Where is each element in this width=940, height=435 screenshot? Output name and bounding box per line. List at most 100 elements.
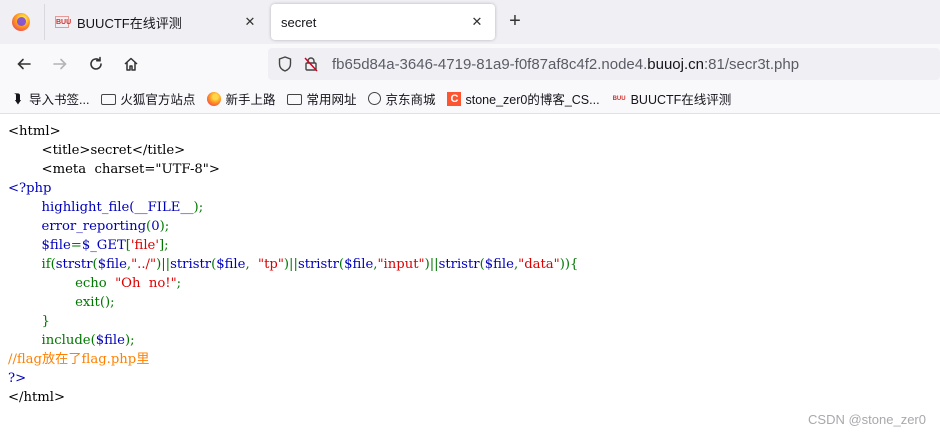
tab-label: secret (281, 14, 317, 30)
back-button[interactable] (10, 50, 38, 78)
close-tab-icon[interactable]: ✕ (469, 14, 485, 30)
code-line: <meta charset="UTF-8"> (8, 162, 220, 177)
close-tab-icon[interactable]: ✕ (242, 14, 258, 30)
code-line: //flag放在了flag.php里 (8, 352, 149, 367)
code-token: //flag放在了flag.php里 (8, 352, 150, 367)
bookmark-label: BUUCTF在线评测 (630, 93, 732, 107)
php-source-code: <html> <title>secret</title> <meta chars… (8, 122, 578, 407)
code-token: error_reporting (8, 219, 147, 234)
code-token: )|| (156, 257, 171, 272)
code-token: (); (99, 295, 115, 310)
code-token: 0 (151, 219, 160, 234)
code-line: <?php (8, 181, 52, 196)
code-token: ); (159, 219, 170, 234)
globe-icon (368, 92, 382, 105)
url-text[interactable]: fb65d84a-3646-4719-81a9-f0f87af8c4f2.nod… (332, 56, 799, 73)
code-token: ); (193, 200, 204, 215)
code-token: "tp" (258, 257, 284, 272)
firefox-icon (12, 13, 30, 31)
bookmark-label: stone_zer0的博客_CS... (465, 93, 600, 107)
firefox-view-button[interactable] (0, 0, 42, 44)
tab-secret[interactable]: secret ✕ (271, 4, 495, 40)
code-token: if( (8, 257, 56, 272)
import-icon: ⮯ (13, 90, 22, 106)
insecure-lock-icon[interactable] (302, 55, 320, 73)
code-token: ]; (159, 238, 169, 253)
code-token: 'file' (130, 238, 159, 253)
code-token: stristr (297, 257, 339, 272)
code-token: "Oh no!" (115, 276, 177, 291)
code-token: , (245, 257, 259, 272)
code-token: ; (176, 276, 182, 291)
code-token: $file (484, 257, 514, 272)
bookmark-csdn-blog[interactable]: C stone_zer0的博客_CS... (447, 89, 600, 108)
code-token: = (70, 238, 82, 253)
bookmark-import[interactable]: ⮯ 导入书签... (10, 89, 90, 108)
code-token: $file (8, 238, 71, 253)
tab-strip: BUU BUUCTF在线评测 ✕ secret ✕ + (0, 0, 940, 44)
page-content: <html> <title>secret</title> <meta chars… (0, 115, 940, 435)
folder-icon (101, 94, 117, 105)
code-line: highlight_file(__FILE__); (8, 200, 204, 215)
bookmark-jd[interactable]: 京东商城 (368, 89, 435, 108)
code-line: exit(); (8, 295, 115, 310)
code-line: include($file); (8, 333, 135, 348)
bookmark-label: 火狐官方站点 (120, 93, 196, 107)
tab-buuctf[interactable]: BUU BUUCTF在线评测 ✕ (44, 4, 268, 40)
address-bar[interactable]: fb65d84a-3646-4719-81a9-f0f87af8c4f2.nod… (268, 48, 940, 80)
code-token: } (8, 314, 50, 329)
code-token: <title>secret</title> (8, 143, 186, 158)
buuctf-favicon-icon: BUU (55, 16, 71, 28)
url-suffix: :81/secr3t.php (703, 55, 800, 73)
tracking-protection-shield-icon[interactable] (276, 55, 294, 73)
bookmark-label: 导入书签... (29, 93, 90, 107)
code-token: highlight_file( (8, 200, 135, 215)
reload-icon (90, 56, 102, 70)
code-line: } (8, 314, 50, 329)
code-line: <title>secret</title> (8, 143, 186, 158)
csdn-icon: C (447, 91, 462, 106)
code-token: ); (124, 333, 135, 348)
reload-button[interactable] (82, 50, 110, 78)
code-token: )){ (559, 257, 579, 272)
code-token: "input" (377, 257, 425, 272)
code-token: $file (97, 257, 127, 272)
buuctf-icon: BUU (612, 95, 626, 102)
code-token: )|| (424, 257, 439, 272)
code-token: strstr (55, 257, 93, 272)
code-token: include (8, 333, 91, 348)
bookmark-getting-started[interactable]: 新手上路 (207, 89, 275, 108)
csdn-watermark: CSDN @stone_zer0 (808, 412, 926, 427)
code-line: echo "Oh no!"; (8, 276, 181, 291)
code-token: "../" (131, 257, 157, 272)
code-token: $file (344, 257, 374, 272)
back-arrow-icon (17, 58, 31, 70)
code-token: echo (8, 276, 116, 291)
forward-arrow-icon (53, 58, 67, 70)
firefox-icon (207, 91, 222, 106)
bookmark-label: 京东商城 (385, 93, 436, 107)
bookmark-label: 新手上路 (225, 93, 276, 107)
code-token: <meta charset="UTF-8"> (8, 162, 220, 177)
bookmark-buuctf[interactable]: BUU BUUCTF在线评测 (612, 89, 732, 108)
tab-label: BUUCTF在线评测 (77, 15, 182, 31)
url-prefix: fb65d84a-3646-4719-81a9-f0f87af8c4f2.nod… (332, 55, 648, 73)
code-line: </html> (8, 390, 65, 405)
url-domain: buuoj.cn (647, 55, 704, 73)
home-button[interactable] (117, 50, 145, 78)
code-token: exit (8, 295, 100, 310)
code-line: $file=$_GET['file']; (8, 238, 169, 253)
folder-icon (287, 94, 303, 105)
bookmark-common-sites[interactable]: 常用网址 (287, 89, 356, 108)
code-token: <html> (8, 124, 61, 139)
code-token: __FILE__ (134, 200, 194, 215)
bookmark-firefox-official[interactable]: 火狐官方站点 (101, 89, 195, 108)
code-token: $_GET (81, 238, 126, 253)
code-token: "data" (518, 257, 560, 272)
code-token: )|| (283, 257, 298, 272)
new-tab-button[interactable]: + (503, 10, 527, 34)
home-icon (124, 57, 138, 71)
code-token: stristr (170, 257, 212, 272)
forward-button[interactable] (46, 50, 74, 78)
code-token: $file (95, 333, 125, 348)
